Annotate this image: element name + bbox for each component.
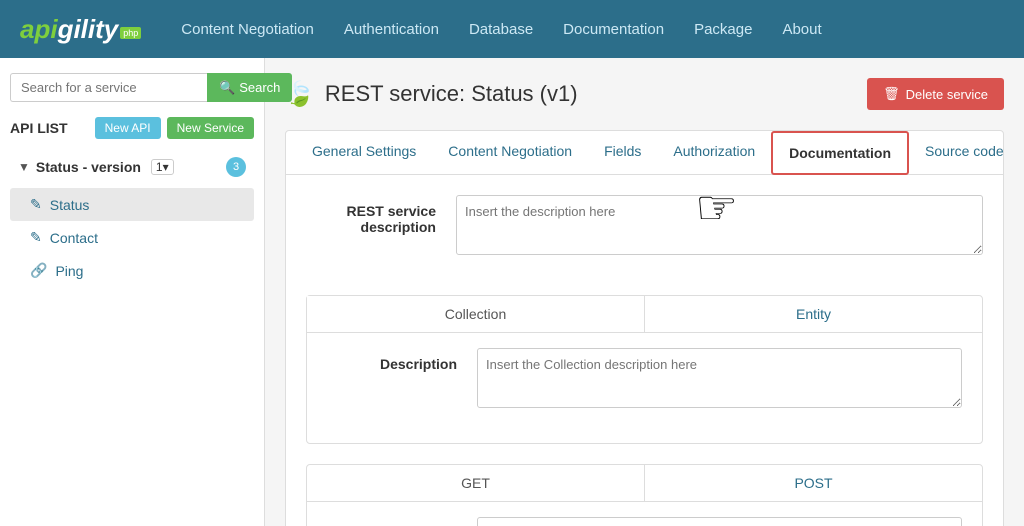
method-description-row: Description xyxy=(327,517,962,526)
get-label: GET xyxy=(461,475,490,491)
leaf-icon: 🍃 xyxy=(285,80,315,109)
chevron-down-icon: ▼ xyxy=(18,160,30,174)
link-icon-ping: 🔗 xyxy=(30,262,47,279)
sub-tab-entity[interactable]: Entity xyxy=(645,296,982,332)
api-list-label: API LIST xyxy=(10,120,68,136)
collection-form: Description xyxy=(307,333,982,443)
method-tabs-header: GET POST xyxy=(307,465,982,502)
tab-authorization[interactable]: Authorization xyxy=(657,131,771,175)
search-input[interactable] xyxy=(10,73,207,102)
layout: 🔍 Search API LIST New API New Service ▼ … xyxy=(0,58,1024,526)
sub-tabs: Collection Entity xyxy=(307,296,982,333)
nav-links: Content Negotiation Authentication Datab… xyxy=(181,3,821,56)
service-list: ✎ Status ✎ Contact 🔗 Ping xyxy=(10,188,254,287)
method-description-label: Description xyxy=(327,517,457,526)
rest-description-section: REST servicedescription xyxy=(286,175,1003,295)
new-service-button[interactable]: New Service xyxy=(167,117,254,139)
sub-tab-collection-label: Collection xyxy=(445,306,506,322)
api-item-status[interactable]: ▼ Status - version 1 ▾ 3 xyxy=(10,151,254,183)
tabs: General Settings Content Negotiation Fie… xyxy=(286,131,1003,175)
new-api-button[interactable]: New API xyxy=(95,117,161,139)
nav-content-negotiation[interactable]: Content Negotiation xyxy=(181,3,314,56)
delete-service-button[interactable]: 🗑 Delete service xyxy=(867,78,1004,110)
rest-description-label: REST servicedescription xyxy=(306,195,436,235)
nav-about[interactable]: About xyxy=(782,3,821,56)
method-form: Description xyxy=(307,502,982,526)
rest-description-textarea[interactable] xyxy=(456,195,983,255)
version-arrow: ▾ xyxy=(163,160,169,174)
page-title: 🍃 REST service: Status (v1) xyxy=(285,80,578,109)
method-tab-post[interactable]: POST xyxy=(645,465,982,501)
top-nav: apigilityphp Content Negotiation Authent… xyxy=(0,0,1024,58)
service-item-status[interactable]: ✎ Status xyxy=(10,188,254,221)
version-selector[interactable]: 1 ▾ xyxy=(151,159,174,175)
main-content: 🍃 REST service: Status (v1) 🗑 Delete ser… xyxy=(265,58,1024,526)
collection-tabs-container: Collection Entity Description xyxy=(306,295,983,444)
version-value: 1 xyxy=(156,160,163,174)
nav-authentication[interactable]: Authentication xyxy=(344,3,439,56)
api-badge: 3 xyxy=(226,157,246,177)
trash-icon: 🗑 xyxy=(883,86,900,102)
api-name: Status - version xyxy=(36,159,141,175)
logo: apigilityphp xyxy=(20,14,141,45)
edit-icon-status: ✎ xyxy=(30,196,42,213)
method-tabs-container: GET POST Description xyxy=(306,464,983,526)
search-bar: 🔍 Search xyxy=(10,73,254,102)
service-label-contact: Contact xyxy=(50,230,98,246)
post-label: POST xyxy=(794,475,832,491)
page-title-text: REST service: Status (v1) xyxy=(325,81,578,107)
nav-documentation[interactable]: Documentation xyxy=(563,3,664,56)
delete-btn-label: Delete service xyxy=(906,87,988,102)
sub-tab-collection[interactable]: Collection xyxy=(307,296,645,332)
collection-description-textarea[interactable] xyxy=(477,348,962,408)
tab-general-settings[interactable]: General Settings xyxy=(296,131,432,175)
nav-database[interactable]: Database xyxy=(469,3,533,56)
method-description-textarea[interactable] xyxy=(477,517,962,526)
method-tab-get[interactable]: GET xyxy=(307,465,645,501)
search-icon: 🔍 xyxy=(219,80,235,96)
api-buttons: New API New Service xyxy=(95,117,254,139)
collection-description-row: Description xyxy=(327,348,962,408)
sub-tab-entity-label: Entity xyxy=(796,306,831,322)
tab-content-negotiation[interactable]: Content Negotiation xyxy=(432,131,588,175)
sidebar: 🔍 Search API LIST New API New Service ▼ … xyxy=(0,58,265,526)
tabs-container: General Settings Content Negotiation Fie… xyxy=(285,130,1004,526)
rest-description-row: REST servicedescription xyxy=(306,195,983,255)
logo-gility: gility xyxy=(58,14,119,45)
page-header: 🍃 REST service: Status (v1) 🗑 Delete ser… xyxy=(285,78,1004,110)
service-label-status: Status xyxy=(50,197,90,213)
logo-php: php xyxy=(120,27,141,39)
tab-fields[interactable]: Fields xyxy=(588,131,657,175)
service-item-ping[interactable]: 🔗 Ping xyxy=(10,254,254,287)
collection-description-label: Description xyxy=(327,348,457,372)
service-item-contact[interactable]: ✎ Contact xyxy=(10,221,254,254)
tab-documentation[interactable]: Documentation xyxy=(771,131,909,175)
api-list-header: API LIST New API New Service xyxy=(10,117,254,139)
edit-icon-contact: ✎ xyxy=(30,229,42,246)
nav-package[interactable]: Package xyxy=(694,3,752,56)
logo-api: api xyxy=(20,14,58,45)
tab-source-code[interactable]: Source code xyxy=(909,131,1020,175)
service-label-ping: Ping xyxy=(55,263,83,279)
